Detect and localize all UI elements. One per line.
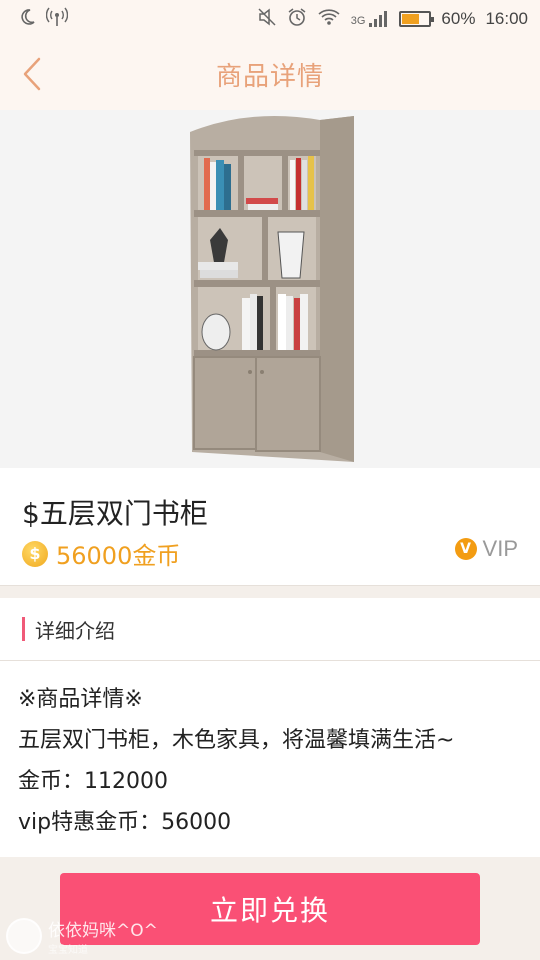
product-price: 56000金币 <box>56 542 181 570</box>
status-right: 3G 60% 16:00 <box>257 7 528 32</box>
app-header: 商品详情 <box>0 38 540 110</box>
vip-badge: V VIP <box>454 536 518 562</box>
product-image <box>0 110 540 468</box>
status-bar: 3G 60% 16:00 <box>0 0 540 38</box>
vip-icon: V <box>454 538 477 560</box>
back-button[interactable] <box>14 56 50 92</box>
watermark: 依依妈咪^O^ 宝宝知道 <box>6 916 158 956</box>
wifi-icon <box>317 8 341 31</box>
product-name: $五层双门书柜 <box>22 497 208 530</box>
section-accent-bar <box>22 617 25 641</box>
watermark-text: 依依妈咪^O^ 宝宝知道 <box>48 916 158 956</box>
section-title: 详细介绍 <box>35 618 115 643</box>
hotspot-icon <box>45 7 69 32</box>
watermark-name: 依依妈咪^O^ <box>48 921 158 941</box>
price-row: $ 56000金币 <box>22 536 180 571</box>
detail-line: 五层双门书柜，木色家具，将温馨填满生活~ <box>18 728 455 753</box>
bookshelf-illustration <box>190 116 354 462</box>
detail-line: ※商品详情※ <box>18 687 143 712</box>
details-body: ※商品详情※ 五层双门书柜，木色家具，将温馨填满生活~ 金币：112000 vi… <box>0 661 540 857</box>
clock: 16:00 <box>485 9 528 28</box>
vip-label: VIP <box>482 536 518 561</box>
battery-percent: 60% <box>441 9 476 28</box>
network-type: 3G <box>350 15 366 27</box>
mute-icon <box>257 7 277 32</box>
watermark-avatar-icon <box>6 918 42 954</box>
page-title: 商品详情 <box>215 61 324 92</box>
chevron-left-icon <box>23 57 41 91</box>
status-left <box>18 7 69 32</box>
detail-line: 金币：112000 <box>18 769 168 794</box>
signal-icon: 3G <box>351 11 390 27</box>
coin-icon: $ <box>22 540 48 567</box>
moon-icon <box>18 8 36 31</box>
product-info: $五层双门书柜 $ 56000金币 V VIP <box>0 468 540 585</box>
detail-line: vip特惠金币：56000 <box>18 810 232 835</box>
watermark-sub: 宝宝知道 <box>48 945 88 956</box>
divider <box>0 585 540 586</box>
battery-icon <box>399 11 435 27</box>
alarm-icon <box>287 7 307 32</box>
details-section-header: 详细介绍 <box>0 598 540 660</box>
